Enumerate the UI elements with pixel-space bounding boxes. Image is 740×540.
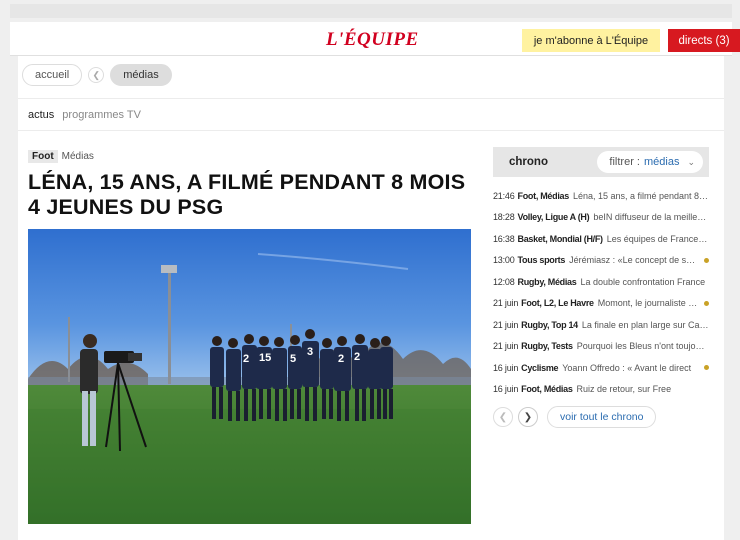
- chrono-item[interactable]: 21 juin Rugby, Tests Pourquoi les Bleus …: [493, 336, 709, 358]
- main-content: accueil ❮ médias actus programmes TV Foo…: [18, 56, 724, 540]
- football-team-photo: 2 15 5 32 2: [28, 229, 471, 524]
- chrono-item-time: 13:00: [493, 255, 515, 266]
- article-tags: Foot Médias: [28, 150, 94, 163]
- chevron-down-icon: ⌄: [687, 156, 695, 167]
- chrono-item[interactable]: 16 juin Cyclisme Yoann Offredo : « Avant…: [493, 357, 709, 379]
- svg-text:2: 2: [354, 351, 360, 363]
- chrono-item-time: 16 juin: [493, 384, 519, 395]
- chrono-item-text: La finale en plan large sur Canal+: [581, 319, 709, 330]
- chrono-item[interactable]: 13:00 Tous sports Jérémiasz : «Le concep…: [493, 250, 709, 272]
- chrono-item-time: 16 juin: [493, 362, 519, 373]
- tag-medias[interactable]: Médias: [62, 151, 94, 162]
- chrono-item-text: Pourquoi les Bleus n'ont toujours pas: [576, 341, 709, 352]
- subscribe-button[interactable]: je m'abonne à L'Équipe: [522, 29, 660, 52]
- tag-foot[interactable]: Foot: [28, 150, 58, 163]
- chrono-item-text: Momont, le journaliste devenu: [597, 298, 700, 309]
- chrono-item-category: Foot, L2, Le Havre: [521, 298, 594, 309]
- lequipe-logo[interactable]: L'ÉQUIPE: [326, 29, 419, 51]
- chrono-title: chrono: [509, 156, 548, 168]
- chrono-item[interactable]: 12:08 Rugby, Médias La double confrontat…: [493, 271, 709, 293]
- chrono-item[interactable]: 21 juin Rugby, Top 14 La finale en plan …: [493, 314, 709, 336]
- chrono-filter-select[interactable]: filtrer : médias ⌄: [597, 151, 703, 173]
- chrono-item[interactable]: 21 juin Foot, L2, Le Havre Momont, le jo…: [493, 293, 709, 315]
- breadcrumb-current[interactable]: médias: [110, 64, 172, 86]
- svg-text:3: 3: [307, 346, 313, 358]
- chrono-item-category: Cyclisme: [521, 362, 559, 373]
- chrono-item-category: Basket, Mondial (H/F): [517, 233, 604, 244]
- svg-text:2: 2: [338, 353, 344, 365]
- chrono-item-category: Rugby, Médias: [517, 276, 577, 287]
- site-header: L'ÉQUIPE je m'abonne à L'Équipe directs …: [10, 22, 740, 56]
- filter-value: médias: [643, 156, 680, 168]
- chrono-item-text: Yoann Offredo : « Avant le direct: [562, 362, 692, 373]
- chrono-item-time: 21 juin: [493, 298, 519, 309]
- divider: [18, 98, 724, 99]
- chrono-item[interactable]: 21:46 Foot, Médias Léna, 15 ans, a filmé…: [493, 185, 709, 207]
- chrono-item-text: Ruiz de retour, sur Free: [576, 384, 672, 395]
- chevron-left-icon[interactable]: ❮: [493, 407, 513, 427]
- chrono-item-text: beIN diffuseur de la meilleure ligue: [593, 212, 709, 223]
- chrono-item-text: Léna, 15 ans, a filmé pendant 8 mois 4 j…: [572, 190, 709, 201]
- sub-navigation: actus programmes TV: [28, 109, 141, 121]
- chrono-header: chrono filtrer : médias ⌄: [493, 147, 709, 177]
- chrono-item[interactable]: 16:38 Basket, Mondial (H/F) Les équipes …: [493, 228, 709, 250]
- chrono-item-text: La double confrontation France: [580, 276, 706, 287]
- chrono-panel: chrono filtrer : médias ⌄ 21:46 Foot, Mé…: [493, 147, 709, 428]
- article-title[interactable]: LÉNA, 15 ANS, A FILMÉ PENDANT 8 MOIS 4 J…: [28, 170, 473, 220]
- chrono-feed: 21:46 Foot, Médias Léna, 15 ans, a filmé…: [493, 185, 709, 400]
- chrono-item-text: Les équipes de France en clair: [606, 233, 709, 244]
- chrono-pager: ❮ ❯ voir tout le chrono: [493, 406, 709, 428]
- premium-dot-icon: [704, 365, 709, 371]
- chrono-item-category: Foot, Médias: [517, 190, 570, 201]
- divider: [18, 130, 724, 131]
- chrono-item-time: 21:46: [493, 190, 515, 201]
- breadcrumb-home[interactable]: accueil: [22, 64, 83, 86]
- chevron-right-icon[interactable]: ❯: [518, 407, 538, 427]
- breadcrumb: accueil ❮ médias: [22, 64, 172, 86]
- subnav-actus[interactable]: actus: [28, 109, 54, 121]
- svg-text:2: 2: [243, 353, 249, 365]
- chrono-item-category: Foot, Médias: [521, 384, 573, 395]
- top-strip: [10, 4, 732, 18]
- chrono-item[interactable]: 16 juin Foot, Médias Ruiz de retour, sur…: [493, 379, 709, 401]
- chrono-item-category: Rugby, Top 14: [521, 319, 578, 330]
- directs-button[interactable]: directs (3): [668, 29, 740, 52]
- chrono-item-category: Tous sports: [517, 255, 566, 266]
- chrono-item-time: 16:38: [493, 233, 515, 244]
- subnav-programmes-tv[interactable]: programmes TV: [62, 109, 141, 121]
- article-photo[interactable]: 2 15 5 322: [28, 229, 471, 524]
- chrono-item-time: 18:28: [493, 212, 515, 223]
- chrono-item-time: 21 juin: [493, 319, 519, 330]
- svg-text:15: 15: [259, 352, 271, 364]
- chrono-item-category: Rugby, Tests: [521, 341, 573, 352]
- premium-dot-icon: [704, 257, 709, 263]
- premium-dot-icon: [704, 300, 709, 306]
- chrono-item-time: 21 juin: [493, 341, 519, 352]
- svg-text:5: 5: [290, 353, 296, 365]
- chrono-item-time: 12:08: [493, 276, 515, 287]
- filter-label: filtrer :: [609, 156, 640, 168]
- chrono-item-category: Volley, Ligue A (H): [517, 212, 590, 223]
- see-all-chrono-button[interactable]: voir tout le chrono: [547, 406, 657, 428]
- chrono-item[interactable]: 18:28 Volley, Ligue A (H) beIN diffuseur…: [493, 207, 709, 229]
- chevron-left-icon[interactable]: ❮: [88, 67, 105, 83]
- chrono-item-text: Jérémiasz : «Le concept de sport: [569, 255, 700, 266]
